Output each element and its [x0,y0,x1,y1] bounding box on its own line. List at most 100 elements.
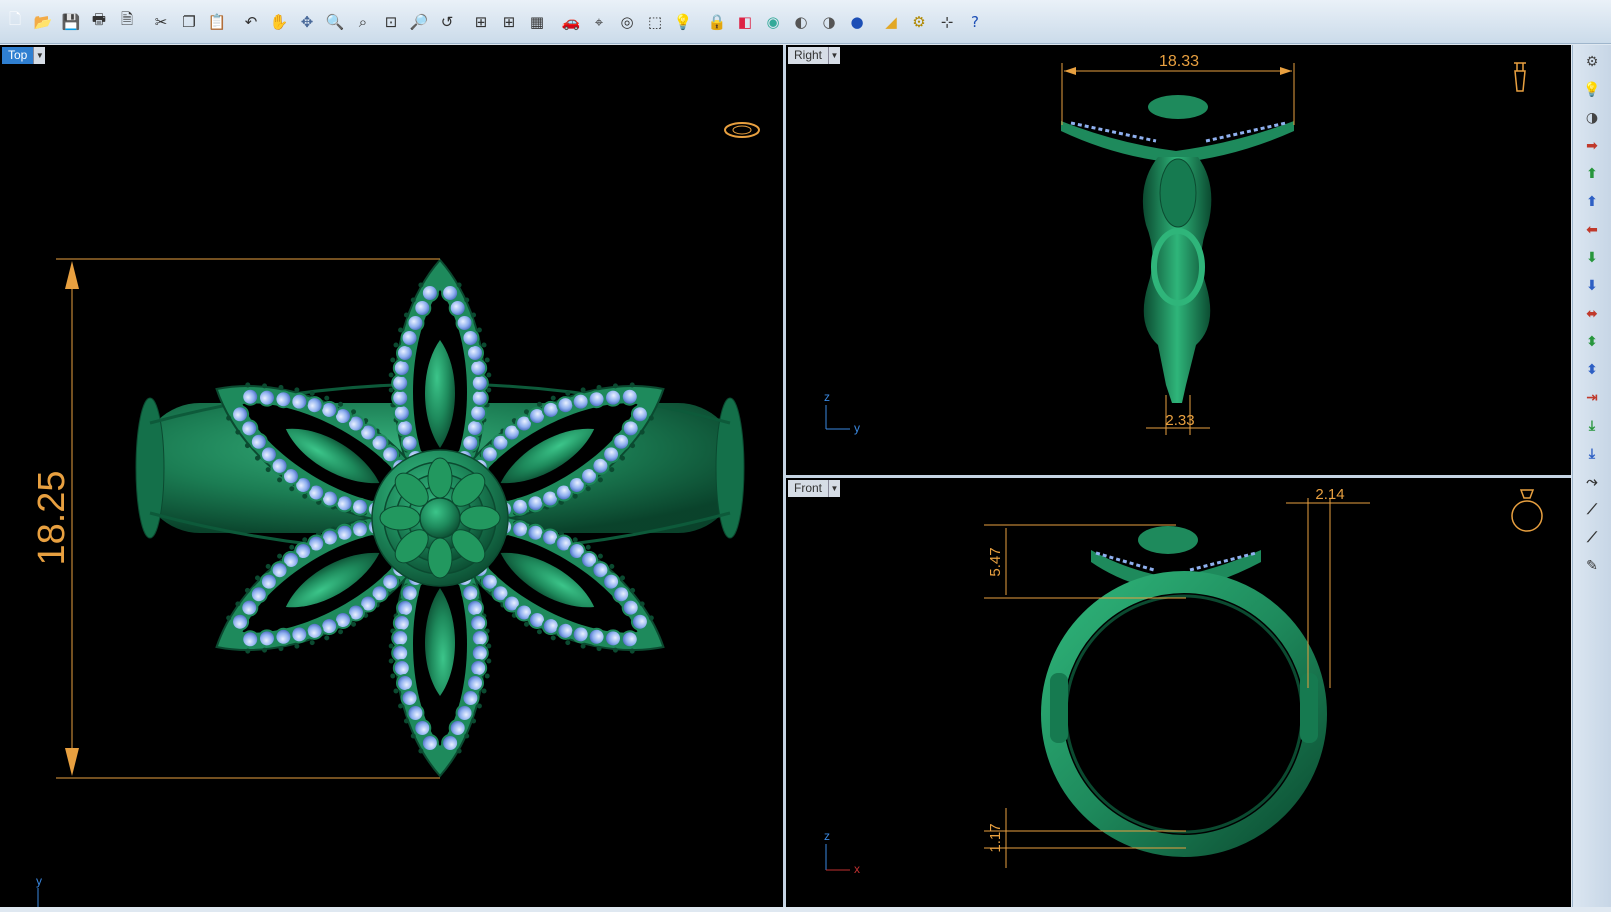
gem [455,704,474,722]
chevron-down-icon[interactable]: ▼ [828,480,841,497]
move-right-arrow-icon[interactable]: ➡ [1579,133,1605,159]
light-bulb-icon[interactable]: 💡 [670,9,696,35]
document-properties-icon[interactable]: 🗎 [114,9,140,35]
prong [393,688,399,694]
select-tool-icon[interactable]: ⬚ [642,9,668,35]
chevron-down-icon[interactable]: ▼ [828,47,841,64]
gem [461,689,480,707]
gem [400,329,419,347]
chevron-down-icon[interactable]: ▼ [33,47,46,64]
material-sphere-icon[interactable]: ◑ [1579,105,1605,131]
dimension-label-width: 18.33 [1159,53,1199,70]
prong [464,297,470,303]
main-toolbar: 🗋 📂 💾 🖶 🗎 ✂ ❐ 📋 ↶ ✋ ✥ 🔍 ⌕ ⊡ 🔎 ↺ ⊞ ⊞ ▦ 🚗 ⌖ ◎ ⬚ 💡 🔒 ◧ ◉ ◐ ◑ ● ◢ ⚙ ⊹? [0,0,1611,44]
open-folder-icon[interactable]: 📂 [30,9,56,35]
view-orientation-widget[interactable] [724,122,760,138]
prong [536,629,542,635]
grid-layout-icon[interactable]: ▦ [524,9,550,35]
render-preview-icon[interactable]: ⚙ [1579,49,1605,75]
line-pick-icon[interactable]: ⟋ [1579,497,1605,523]
shrink-vertical-icon[interactable]: ⤓ [1579,413,1605,439]
view-orientation-widget[interactable] [1511,489,1543,532]
cut-icon[interactable]: ✂ [148,9,174,35]
gem [391,389,410,407]
viewport-tab-front[interactable]: Front ▼ [788,480,841,497]
help-icon[interactable]: ? [962,9,988,35]
prong [550,635,556,641]
right-view-canvas[interactable]: 18.33 2.33 z y [786,45,1571,475]
car-icon[interactable]: 🚗 [558,9,584,35]
light-icon[interactable]: 💡 [1579,77,1605,103]
viewport-front[interactable]: 5.47 2.14 1.17 z x Front ▼ [786,478,1571,907]
gem [461,584,480,602]
viewport-top[interactable]: 18.25 y x Top ▼ [0,45,783,907]
move-left-arrow-icon[interactable]: ⬅ [1579,217,1605,243]
prong [486,372,492,378]
zoom-window-icon[interactable]: ⌕ [350,9,376,35]
dimension-arrow-down [65,748,79,776]
zoom-dynamic-icon[interactable]: 🔍 [322,9,348,35]
wireframe-sphere-icon[interactable]: ◐ [788,9,814,35]
shrink-horizontal-icon[interactable]: ⇥ [1579,385,1605,411]
top-view-canvas[interactable]: 18.25 y x [0,45,783,907]
undo-icon[interactable]: ↶ [238,9,264,35]
prong [390,357,396,363]
four-viewports-icon[interactable]: ⊞ [468,9,494,35]
scale-blue-icon[interactable]: ⬍ [1579,357,1605,383]
gem [466,674,485,692]
view-orientation-widget[interactable] [1514,62,1526,92]
rotate-view-icon[interactable]: ✥ [294,9,320,35]
three-viewports-icon[interactable]: ⊞ [496,9,522,35]
settings-gear-icon[interactable]: ⚙ [906,9,932,35]
move-down-blue-icon[interactable]: ⬇ [1579,273,1605,299]
edge-tool-icon[interactable]: ◢ [878,9,904,35]
move-down-arrow-icon[interactable]: ⬇ [1579,245,1605,271]
scale-vertical-icon[interactable]: ⬍ [1579,329,1605,355]
axis-indicator-front: z x [824,829,860,876]
viewport-label-front[interactable]: Front [788,480,829,497]
target-icon[interactable]: ◎ [614,9,640,35]
gem [470,389,489,407]
shrink-blue-icon[interactable]: ⤓ [1579,441,1605,467]
lock-icon[interactable]: 🔒 [704,9,730,35]
layers-icon[interactable]: ◧ [732,9,758,35]
viewport-label-right[interactable]: Right [788,47,829,64]
paste-icon[interactable]: 📋 [204,9,230,35]
gem [466,344,485,362]
svg-text:y: y [854,421,860,435]
save-icon[interactable]: 💾 [58,9,84,35]
new-file-icon[interactable]: 🗋 [2,9,28,35]
line-tool-icon[interactable]: ⟋ [1579,525,1605,551]
dimension-tool-icon[interactable]: ⊹ [934,9,960,35]
viewport-label-top[interactable]: Top [2,47,34,64]
gem [400,689,419,707]
render-sphere-icon[interactable]: ● [844,9,870,35]
scale-horizontal-icon[interactable]: ⬌ [1579,301,1605,327]
viewport-tab-top[interactable]: Top ▼ [2,47,46,64]
zoom-extents-icon[interactable]: ⊡ [378,9,404,35]
copy-icon[interactable]: ❐ [176,9,202,35]
viewport-tab-right[interactable]: Right ▼ [788,47,841,64]
eraser-icon[interactable]: ✎ [1579,553,1605,579]
gem [455,314,474,332]
print-icon[interactable]: 🖶 [86,9,112,35]
gem [470,644,489,662]
viewport-right[interactable]: 18.33 2.33 z y Right ▼ [786,45,1571,475]
prong [476,327,482,333]
front-view-canvas[interactable]: 5.47 2.14 1.17 z x [786,478,1571,907]
dimension-arrow-up [65,261,79,289]
prong [324,635,330,641]
zoom-selected-icon[interactable]: 🔎 [406,9,432,35]
move-up-arrow-icon[interactable]: ⬆ [1579,161,1605,187]
move-axis-blue-icon[interactable]: ⬆ [1579,189,1605,215]
pan-hand-icon[interactable]: ✋ [266,9,292,35]
undo-view-icon[interactable]: ↺ [434,9,460,35]
gem [420,734,439,752]
gem [395,344,414,362]
side-toolbar: ⚙ 💡 ◑ ➡ ⬆ ⬆ ⬅ ⬇ ⬇ ⬌ ⬍ ⬍ ⇥ ⤓ ⤓ ⤳ ⟋ ⟋ ✎ [1572,45,1611,907]
color-wheel-icon[interactable]: ◉ [760,9,786,35]
shaded-sphere-icon[interactable]: ◑ [816,9,842,35]
prong [418,748,424,754]
snap-icon[interactable]: ⌖ [586,9,612,35]
curve-tool-icon[interactable]: ⤳ [1579,469,1605,495]
